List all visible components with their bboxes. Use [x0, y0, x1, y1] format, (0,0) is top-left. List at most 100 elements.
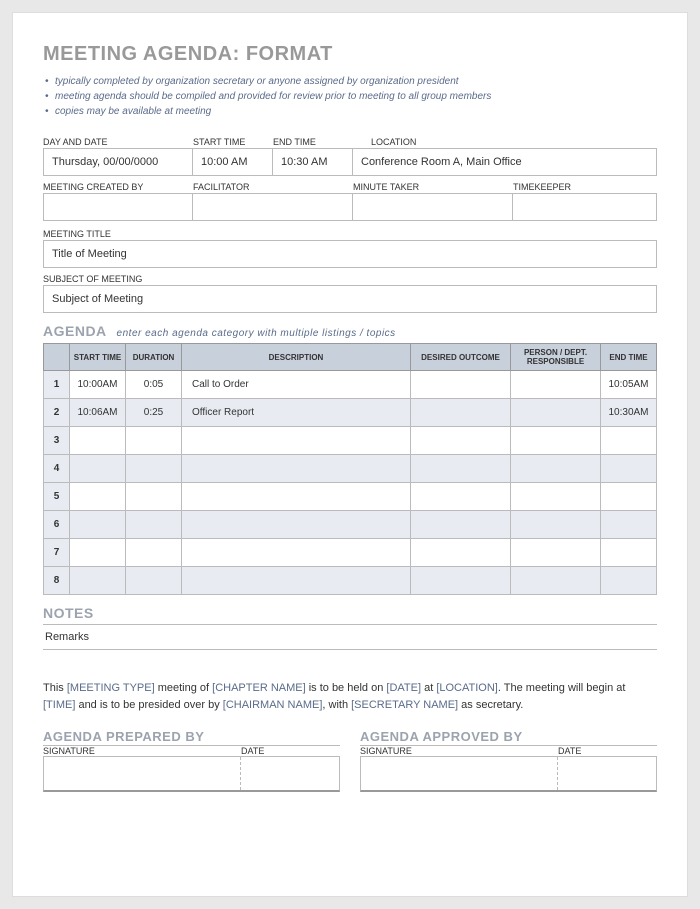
- agenda-cell-start[interactable]: [70, 483, 126, 511]
- agenda-cell-person[interactable]: [511, 371, 601, 399]
- agenda-cell-duration[interactable]: [126, 483, 182, 511]
- agenda-cell-num: 1: [44, 371, 70, 399]
- label-day-date: DAY AND DATE: [43, 137, 193, 147]
- agenda-cell-outcome[interactable]: [411, 511, 511, 539]
- agenda-cell-start[interactable]: 10:06AM: [70, 399, 126, 427]
- agenda-cell-duration[interactable]: [126, 511, 182, 539]
- agenda-cell-outcome[interactable]: [411, 427, 511, 455]
- agenda-th-start: START TIME: [70, 344, 126, 371]
- agenda-row: 110:00AM0:05Call to Order 10:05AM: [44, 371, 657, 399]
- placeholder-chairman: [CHAIRMAN NAME]: [223, 699, 323, 711]
- footer-text: , with: [322, 699, 351, 711]
- agenda-cell-person[interactable]: [511, 427, 601, 455]
- prepared-by-heading: AGENDA PREPARED BY: [43, 729, 340, 746]
- agenda-th-num: [44, 344, 70, 371]
- agenda-cell-duration[interactable]: [126, 539, 182, 567]
- agenda-row: 8: [44, 567, 657, 595]
- agenda-cell-outcome[interactable]: [411, 483, 511, 511]
- agenda-cell-description[interactable]: Officer Report: [182, 399, 411, 427]
- agenda-cell-end[interactable]: [601, 539, 657, 567]
- agenda-cell-description[interactable]: [182, 511, 411, 539]
- label-timekeeper: TIMEKEEPER: [513, 182, 657, 192]
- agenda-cell-num: 6: [44, 511, 70, 539]
- instruction-item: typically completed by organization secr…: [43, 76, 657, 87]
- label-facilitator: FACILITATOR: [193, 182, 353, 192]
- date-field[interactable]: [558, 757, 656, 790]
- agenda-cell-num: 2: [44, 399, 70, 427]
- agenda-cell-person[interactable]: [511, 567, 601, 595]
- agenda-cell-outcome[interactable]: [411, 539, 511, 567]
- agenda-cell-outcome[interactable]: [411, 371, 511, 399]
- agenda-cell-duration[interactable]: [126, 567, 182, 595]
- footer-text: as secretary.: [458, 699, 523, 711]
- agenda-cell-start[interactable]: [70, 511, 126, 539]
- placeholder-date: [DATE]: [386, 682, 421, 694]
- agenda-cell-start[interactable]: [70, 427, 126, 455]
- document-page: MEETING AGENDA: FORMAT typically complet…: [12, 12, 688, 897]
- agenda-table: START TIME DURATION DESCRIPTION DESIRED …: [43, 343, 657, 595]
- agenda-cell-description[interactable]: Call to Order: [182, 371, 411, 399]
- page-title: MEETING AGENDA: FORMAT: [43, 43, 657, 66]
- agenda-cell-outcome[interactable]: [411, 567, 511, 595]
- agenda-cell-duration[interactable]: 0:05: [126, 371, 182, 399]
- agenda-cell-duration[interactable]: [126, 427, 182, 455]
- agenda-cell-num: 3: [44, 427, 70, 455]
- field-day-date[interactable]: Thursday, 00/00/0000: [43, 148, 193, 176]
- agenda-cell-start[interactable]: [70, 539, 126, 567]
- label-location: LOCATION: [353, 137, 657, 147]
- agenda-cell-end[interactable]: [601, 427, 657, 455]
- instructions-list: typically completed by organization secr…: [43, 76, 657, 117]
- signature-row: AGENDA PREPARED BY SIGNATURE DATE AGENDA…: [43, 729, 657, 792]
- field-subject[interactable]: Subject of Meeting: [43, 285, 657, 313]
- agenda-cell-end[interactable]: [601, 567, 657, 595]
- notes-field[interactable]: Remarks: [43, 624, 657, 650]
- agenda-cell-end[interactable]: 10:30AM: [601, 399, 657, 427]
- field-timekeeper[interactable]: [513, 193, 657, 221]
- field-start-time[interactable]: 10:00 AM: [193, 148, 273, 176]
- footer-paragraph: This [MEETING TYPE] meeting of [CHAPTER …: [43, 680, 657, 713]
- field-minute-taker[interactable]: [353, 193, 513, 221]
- agenda-cell-num: 5: [44, 483, 70, 511]
- field-facilitator[interactable]: [193, 193, 353, 221]
- agenda-cell-outcome[interactable]: [411, 399, 511, 427]
- agenda-cell-description[interactable]: [182, 483, 411, 511]
- agenda-cell-description[interactable]: [182, 539, 411, 567]
- agenda-row: 5: [44, 483, 657, 511]
- date-field[interactable]: [241, 757, 339, 790]
- info-row-1: DAY AND DATE Thursday, 00/00/0000 START …: [43, 133, 657, 176]
- label-subject: SUBJECT OF MEETING: [43, 274, 657, 284]
- agenda-row: 3: [44, 427, 657, 455]
- agenda-cell-person[interactable]: [511, 483, 601, 511]
- label-meeting-title: MEETING TITLE: [43, 229, 657, 239]
- field-location[interactable]: Conference Room A, Main Office: [353, 148, 657, 176]
- agenda-cell-person[interactable]: [511, 455, 601, 483]
- signature-field[interactable]: [44, 757, 241, 790]
- agenda-cell-description[interactable]: [182, 455, 411, 483]
- label-start-time: START TIME: [193, 137, 273, 147]
- agenda-cell-person[interactable]: [511, 511, 601, 539]
- agenda-cell-end[interactable]: [601, 511, 657, 539]
- agenda-cell-outcome[interactable]: [411, 455, 511, 483]
- agenda-cell-person[interactable]: [511, 399, 601, 427]
- agenda-cell-description[interactable]: [182, 567, 411, 595]
- agenda-th-person: PERSON / DEPT. RESPONSIBLE: [511, 344, 601, 371]
- agenda-cell-duration[interactable]: 0:25: [126, 399, 182, 427]
- placeholder-secretary: [SECRETARY NAME]: [351, 699, 458, 711]
- field-end-time[interactable]: 10:30 AM: [273, 148, 353, 176]
- agenda-cell-start[interactable]: [70, 455, 126, 483]
- agenda-cell-end[interactable]: 10:05AM: [601, 371, 657, 399]
- agenda-heading: AGENDA enter each agenda category with m…: [43, 323, 657, 339]
- placeholder-time: [TIME]: [43, 699, 75, 711]
- agenda-cell-duration[interactable]: [126, 455, 182, 483]
- label-date: DATE: [558, 746, 657, 756]
- agenda-th-duration: DURATION: [126, 344, 182, 371]
- agenda-cell-start[interactable]: [70, 567, 126, 595]
- agenda-cell-end[interactable]: [601, 483, 657, 511]
- field-created-by[interactable]: [43, 193, 193, 221]
- agenda-cell-person[interactable]: [511, 539, 601, 567]
- agenda-cell-start[interactable]: 10:00AM: [70, 371, 126, 399]
- agenda-cell-end[interactable]: [601, 455, 657, 483]
- field-meeting-title[interactable]: Title of Meeting: [43, 240, 657, 268]
- signature-field[interactable]: [361, 757, 558, 790]
- agenda-cell-description[interactable]: [182, 427, 411, 455]
